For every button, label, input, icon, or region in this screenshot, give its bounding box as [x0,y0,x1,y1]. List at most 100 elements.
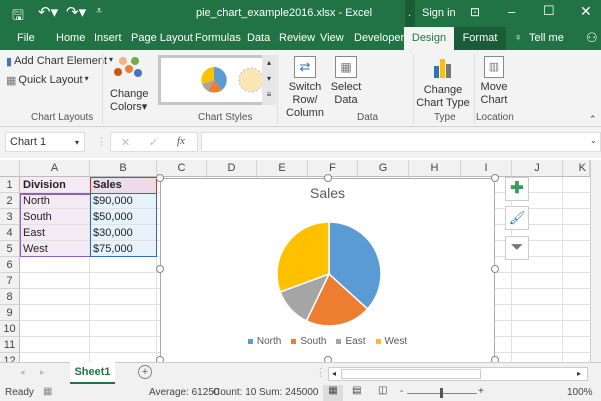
resize-handle[interactable] [324,174,332,182]
chart-elements-button[interactable]: ✚ [505,177,529,201]
tab-home[interactable]: Home [56,32,85,44]
row-header[interactable]: 4 [0,225,20,241]
select-all[interactable] [0,160,20,177]
row-header[interactable]: 7 [0,273,20,289]
splitter-handle[interactable]: ⋮ [315,366,326,379]
tab-data[interactable]: Data [247,32,270,44]
maximize-icon[interactable]: ☐ [543,3,555,19]
drag-handle[interactable]: ⋮ [96,135,107,148]
styles-scroll[interactable]: ▴ ▾ ≡ [262,55,276,105]
table-cell[interactable]: $90,000 [91,193,133,209]
page-layout-view-icon[interactable]: ▤ [352,385,361,396]
minimize-icon[interactable]: – [508,4,515,19]
table-cell[interactable]: $75,000 [91,241,133,257]
move-chart-button[interactable]: ▥ Move Chart [476,56,512,107]
tab-developer[interactable]: Developer [354,32,404,44]
resize-handle[interactable] [156,265,164,273]
col-header-b[interactable]: B [90,160,157,177]
enter-icon[interactable]: ✓ [149,136,158,149]
col-header-j[interactable]: J [512,160,563,177]
row-header[interactable]: 2 [0,193,20,209]
legend-item[interactable]: North [247,336,281,347]
col-header-g[interactable]: G [358,160,409,177]
save-icon[interactable]: 🖫 [12,5,24,29]
table-cell[interactable]: $50,000 [91,209,133,225]
table-cell[interactable]: East [21,225,45,241]
pie-chart[interactable]: Sales North South East West [160,178,495,371]
cancel-icon[interactable]: ✕ [121,136,130,149]
header-cell[interactable]: Division [21,177,66,193]
col-header-i[interactable]: I [461,160,512,177]
change-chart-type-button[interactable]: Change Chart Type [416,56,470,110]
resize-handle[interactable] [156,174,164,182]
formula-input[interactable] [201,132,601,152]
scroll-right-icon[interactable]: ▸ [577,369,581,378]
scroll-left-icon[interactable]: ◂ [332,369,336,378]
name-box[interactable]: Chart 1 ▾ [5,132,85,152]
chart-legend[interactable]: North South East West [161,336,494,347]
tab-view[interactable]: View [320,32,344,44]
next-sheet-icon[interactable]: ▸ [40,367,45,378]
header-cell[interactable]: Sales [91,177,122,193]
normal-view-icon[interactable]: ▦ [323,385,343,401]
switch-row-column-button[interactable]: ⇄ Switch Row/Column [280,56,330,120]
col-header-e[interactable]: E [257,160,308,177]
tab-formulas[interactable]: Formulas [195,32,241,44]
legend-item[interactable]: West [375,336,407,347]
row-header[interactable]: 3 [0,209,20,225]
insert-function-button[interactable]: fx [177,135,185,147]
zoom-level[interactable]: 100% [567,387,593,398]
quick-layout-button[interactable]: ▦ Quick Layout ▾ [6,74,89,87]
tell-me-input[interactable]: Tell me [529,32,564,44]
zoom-in-button[interactable]: + [478,386,484,397]
vertical-scrollbar[interactable] [590,160,601,362]
select-data-button[interactable]: ▦ Select Data [330,56,362,107]
chart-title[interactable]: Sales [161,185,494,201]
close-icon[interactable]: ✕ [580,3,592,20]
new-sheet-button[interactable]: + [138,365,152,379]
row-header[interactable]: 9 [0,305,20,321]
scroll-thumb[interactable] [341,369,481,379]
page-break-view-icon[interactable]: ◫ [378,385,387,396]
col-header-a[interactable]: A [20,160,90,177]
col-header-f[interactable]: F [308,160,358,177]
table-cell[interactable]: North [21,193,50,209]
tab-page-layout[interactable]: Page Layout [131,32,193,44]
table-cell[interactable]: West [21,241,48,257]
collapse-ribbon-icon[interactable]: ⌃ [589,114,597,125]
table-cell[interactable]: South [21,209,52,225]
change-colors-button[interactable]: Change Colors▾ [110,56,149,114]
col-header-d[interactable]: D [207,160,257,177]
table-cell[interactable]: $30,000 [91,225,133,241]
zoom-out-button[interactable]: - [400,386,403,397]
row-header[interactable]: 11 [0,337,20,353]
undo-icon[interactable]: ↶▾ [38,3,58,21]
customize-qat-icon[interactable]: ⩡ [96,5,102,18]
ribbon-display-icon[interactable]: ⊡ [470,5,480,19]
pie-plot[interactable] [274,219,384,329]
resize-handle[interactable] [491,265,499,273]
tab-file[interactable]: File [17,32,35,44]
add-chart-element-button[interactable]: ▮ Add Chart Element ▾ [6,55,113,68]
horizontal-scrollbar[interactable]: ◂ ▸ [328,367,588,381]
status-count[interactable]: Count: 10 [213,387,256,398]
row-header[interactable]: 10 [0,321,20,337]
tab-review[interactable]: Review [279,32,315,44]
sign-in-link[interactable]: Sign in [422,7,456,19]
redo-icon[interactable]: ↷▾ [66,3,86,21]
col-header-k[interactable]: K [563,160,590,177]
resize-handle[interactable] [491,174,499,182]
prev-sheet-icon[interactable]: ◂ [20,367,25,378]
col-header-c[interactable]: C [157,160,207,177]
row-header[interactable]: 6 [0,257,20,273]
status-sum[interactable]: Sum: 245000 [259,387,319,398]
chart-styles-button[interactable]: 🖌 [505,206,529,230]
tab-design[interactable]: Design [404,27,454,50]
row-header[interactable]: 1 [0,177,20,193]
legend-item[interactable]: East [336,336,366,347]
row-header[interactable]: 5 [0,241,20,257]
tab-insert[interactable]: Insert [94,32,122,44]
macro-record-icon[interactable]: ▦ [43,386,52,397]
tab-format[interactable]: Format [454,27,506,50]
zoom-slider-thumb[interactable] [440,388,443,398]
